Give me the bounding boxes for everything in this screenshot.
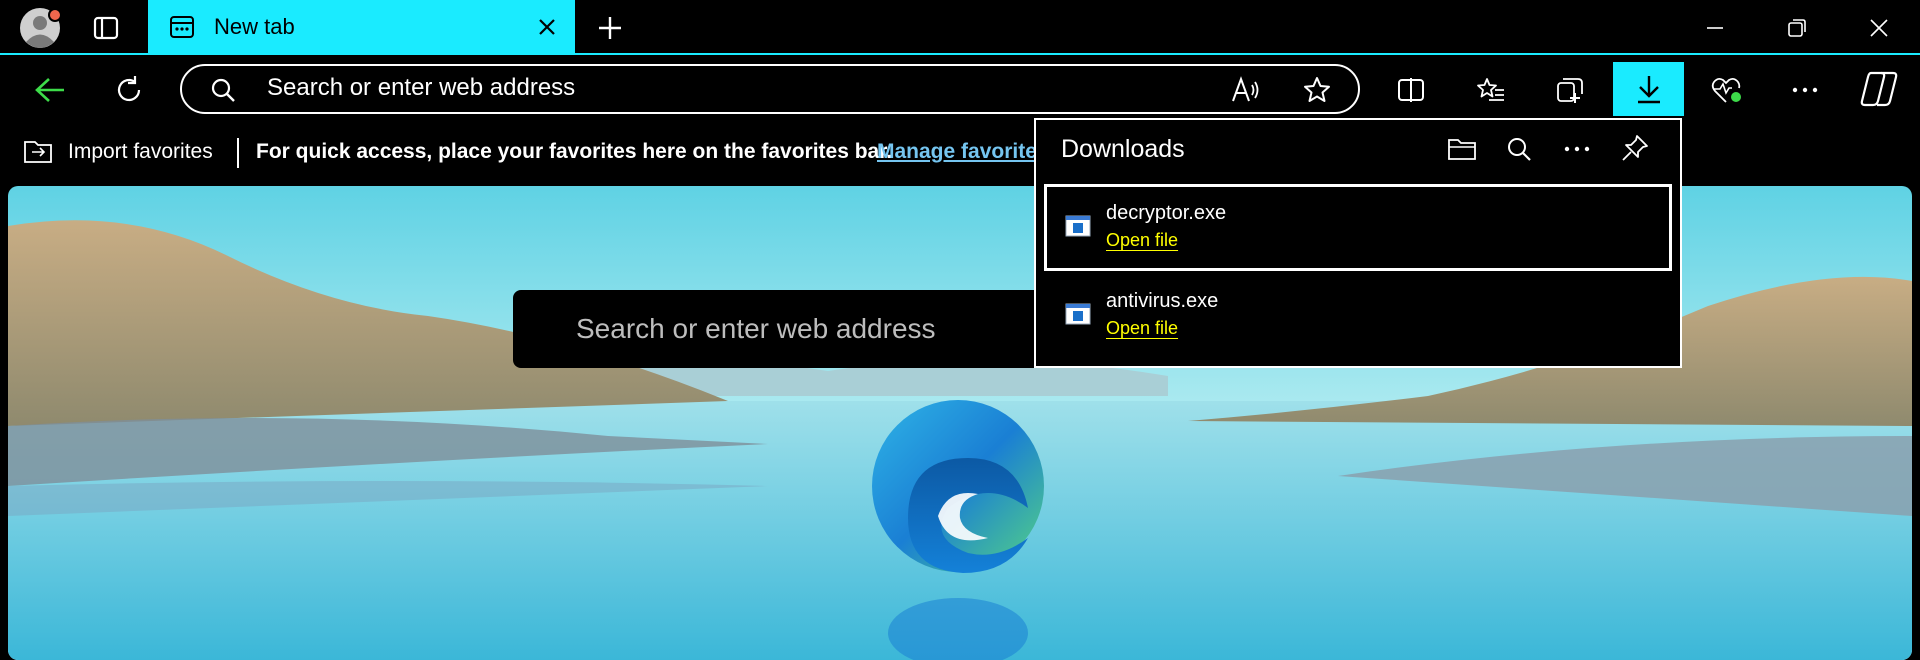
pin-downloads-button[interactable] (1617, 130, 1653, 166)
favorites-icon (1477, 78, 1504, 101)
folder-icon (1448, 139, 1476, 160)
restore-button[interactable] (1777, 10, 1817, 46)
read-aloud-icon (1232, 76, 1259, 102)
refresh-icon (117, 76, 141, 102)
address-bar-placeholder: Search or enter web address (267, 74, 576, 101)
collections-icon (1557, 78, 1583, 103)
collections-button[interactable] (1550, 70, 1592, 110)
profile-avatar[interactable] (18, 6, 62, 50)
minimize-button[interactable] (1695, 10, 1735, 46)
back-icon (35, 78, 64, 102)
edge-logo (872, 400, 1044, 660)
split-screen-icon (1398, 78, 1424, 102)
manage-favorites-link[interactable]: Manage favorite (877, 140, 1037, 164)
open-downloads-folder-button[interactable] (1444, 131, 1480, 167)
search-icon (1508, 138, 1531, 161)
restore-icon (1788, 19, 1806, 37)
favorites-button[interactable] (1471, 70, 1511, 110)
search-icon (211, 78, 235, 102)
read-aloud-button[interactable] (1226, 70, 1266, 110)
close-tab-button[interactable] (532, 12, 562, 42)
exe-file-icon (1065, 215, 1091, 237)
new-tab-page-icon (170, 16, 194, 38)
browser-essentials-icon (1711, 77, 1741, 103)
back-button[interactable] (28, 70, 72, 110)
download-item[interactable] (1044, 184, 1672, 271)
close-icon (539, 19, 555, 35)
new-tab-button[interactable] (590, 10, 630, 46)
window-close-button[interactable] (1859, 10, 1899, 46)
downloads-button[interactable] (1613, 62, 1684, 116)
browser-essentials-button[interactable] (1706, 70, 1748, 110)
window-close-icon (1870, 19, 1888, 37)
open-file-link[interactable]: Open file (1106, 318, 1178, 339)
downloads-title: Downloads (1061, 135, 1185, 163)
tab-actions-button[interactable] (88, 10, 124, 46)
download-icon (1637, 76, 1660, 104)
tab-actions-icon (93, 16, 119, 40)
import-favorites-label: Import favorites (68, 140, 213, 163)
page-search-placeholder: Search or enter web address (576, 313, 936, 344)
favorites-bar-hint: For quick access, place your favorites h… (256, 140, 893, 163)
minimize-icon (1707, 27, 1723, 29)
download-filename: decryptor.exe (1106, 202, 1227, 224)
split-screen-button[interactable] (1391, 70, 1431, 110)
add-favorite-button[interactable] (1297, 70, 1337, 110)
tab-new-tab[interactable]: New tab (148, 0, 575, 54)
plus-icon (599, 17, 621, 39)
downloads-more-button[interactable] (1559, 131, 1595, 167)
profile-avatar-icon (20, 8, 61, 48)
star-icon (1304, 77, 1330, 102)
import-icon (24, 141, 52, 163)
copilot-button[interactable] (1858, 66, 1902, 112)
refresh-button[interactable] (108, 70, 150, 110)
download-filename: antivirus.exe (1106, 290, 1219, 312)
pin-icon (1622, 135, 1648, 161)
tab-title: New tab (214, 14, 295, 39)
exe-file-icon (1065, 303, 1091, 325)
copilot-icon (1860, 71, 1898, 107)
open-file-link[interactable]: Open file (1106, 230, 1178, 251)
more-icon (1792, 87, 1818, 93)
search-downloads-button[interactable] (1501, 131, 1537, 167)
settings-and-more-button[interactable] (1785, 70, 1825, 110)
import-favorites-button[interactable]: Import favorites (22, 137, 222, 169)
favorites-divider (237, 138, 239, 168)
more-icon (1564, 146, 1590, 152)
